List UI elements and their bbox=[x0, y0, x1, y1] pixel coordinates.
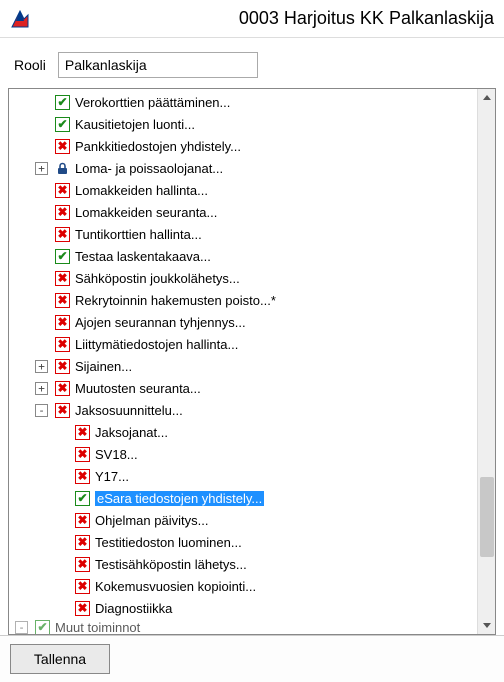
checkbox-denied-icon[interactable]: ✖ bbox=[75, 469, 90, 484]
tree-item-label[interactable]: Pankkitiedostojen yhdistely... bbox=[75, 139, 241, 154]
tree-item[interactable]: ✖ Diagnostiikka bbox=[9, 597, 477, 619]
checkbox-checked-icon[interactable]: ✔ bbox=[55, 95, 70, 110]
tree-item[interactable]: + ✖ Sijainen... bbox=[9, 355, 477, 377]
tree-item-label[interactable]: Sijainen... bbox=[75, 359, 132, 374]
tree-item[interactable]: + ✖ Muutosten seuranta... bbox=[9, 377, 477, 399]
tree-item[interactable]: ✖ Liittymätiedostojen hallinta... bbox=[9, 333, 477, 355]
role-input[interactable] bbox=[58, 52, 258, 78]
tree-item[interactable]: ✔ Verokorttien päättäminen... bbox=[9, 91, 477, 113]
tree-item[interactable]: -✔ Muut toiminnot bbox=[9, 619, 477, 634]
checkbox-denied-icon[interactable]: ✖ bbox=[55, 271, 70, 286]
tree-item-label[interactable]: Ohjelman päivitys... bbox=[95, 513, 208, 528]
tree-item[interactable]: ✖ SV18... bbox=[9, 443, 477, 465]
tree-item-label[interactable]: Testitiedoston luominen... bbox=[95, 535, 242, 550]
checkbox-denied-icon[interactable]: ✖ bbox=[55, 205, 70, 220]
tree-item[interactable]: ✖ Y17... bbox=[9, 465, 477, 487]
tree-item-label[interactable]: Testaa laskentakaava... bbox=[75, 249, 211, 264]
title-bar: 0003 Harjoitus KK Palkanlaskija bbox=[0, 0, 504, 38]
tree-item-label[interactable]: Muutosten seuranta... bbox=[75, 381, 201, 396]
collapse-icon[interactable]: - bbox=[35, 404, 48, 417]
tree-item-label[interactable]: Rekrytoinnin hakemusten poisto...* bbox=[75, 293, 276, 308]
tree-item[interactable]: ✖ Rekrytoinnin hakemusten poisto...* bbox=[9, 289, 477, 311]
checkbox-denied-icon[interactable]: ✖ bbox=[55, 337, 70, 352]
collapse-icon[interactable]: - bbox=[15, 621, 28, 634]
checkbox-denied-icon[interactable]: ✖ bbox=[75, 513, 90, 528]
checkbox-denied-icon[interactable]: ✖ bbox=[75, 535, 90, 550]
tree-item[interactable]: ✔ Kausitietojen luonti... bbox=[9, 113, 477, 135]
checkbox-denied-icon[interactable]: ✖ bbox=[75, 579, 90, 594]
checkbox-checked-icon[interactable]: ✔ bbox=[35, 620, 50, 635]
tree-item-label[interactable]: Jaksosuunnittelu... bbox=[75, 403, 183, 418]
tree-item-label[interactable]: Diagnostiikka bbox=[95, 601, 172, 616]
checkbox-denied-icon[interactable]: ✖ bbox=[75, 447, 90, 462]
role-row: Rooli bbox=[0, 38, 504, 88]
tree-item[interactable]: ✖ Kokemusvuosien kopiointi... bbox=[9, 575, 477, 597]
scroll-down-arrow[interactable] bbox=[478, 616, 496, 634]
tree-item-label[interactable]: SV18... bbox=[95, 447, 138, 462]
checkbox-denied-icon[interactable]: ✖ bbox=[75, 601, 90, 616]
vertical-scrollbar[interactable] bbox=[477, 89, 495, 634]
checkbox-denied-icon[interactable]: ✖ bbox=[55, 359, 70, 374]
expand-icon[interactable]: + bbox=[35, 360, 48, 373]
tree-item-label[interactable]: eSara tiedostojen yhdistely... bbox=[95, 491, 264, 506]
checkbox-denied-icon[interactable]: ✖ bbox=[55, 403, 70, 418]
scroll-track[interactable] bbox=[478, 107, 496, 616]
tree-item[interactable]: ✖ Lomakkeiden hallinta... bbox=[9, 179, 477, 201]
checkbox-denied-icon[interactable]: ✖ bbox=[55, 227, 70, 242]
tree-item-label[interactable]: Verokorttien päättäminen... bbox=[75, 95, 230, 110]
checkbox-checked-icon[interactable]: ✔ bbox=[55, 117, 70, 132]
tree-item-label[interactable]: Jaksojanat... bbox=[95, 425, 168, 440]
expand-icon[interactable]: + bbox=[35, 162, 48, 175]
checkbox-denied-icon[interactable]: ✖ bbox=[55, 293, 70, 308]
tree-item-label[interactable]: Lomakkeiden seuranta... bbox=[75, 205, 217, 220]
scroll-up-arrow[interactable] bbox=[478, 89, 496, 107]
tree-item-label[interactable]: Tuntikorttien hallinta... bbox=[75, 227, 202, 242]
checkbox-denied-icon[interactable]: ✖ bbox=[55, 183, 70, 198]
checkbox-denied-icon[interactable]: ✖ bbox=[55, 139, 70, 154]
tree-item-label[interactable]: Sähköpostin joukkolähetys... bbox=[75, 271, 240, 286]
tree-item[interactable]: ✖ Ohjelman päivitys... bbox=[9, 509, 477, 531]
tree-item[interactable]: ✖ Ajojen seurannan tyhjennys... bbox=[9, 311, 477, 333]
checkbox-checked-icon[interactable]: ✔ bbox=[75, 491, 90, 506]
expand-icon[interactable]: + bbox=[35, 382, 48, 395]
checkbox-denied-icon[interactable]: ✖ bbox=[75, 557, 90, 572]
tree-item[interactable]: + Loma- ja poissaolojanat... bbox=[9, 157, 477, 179]
footer: Tallenna bbox=[0, 635, 504, 682]
checkbox-denied-icon[interactable]: ✖ bbox=[75, 425, 90, 440]
tree-item[interactable]: ✔ eSara tiedostojen yhdistely... bbox=[9, 487, 477, 509]
tree-item-label[interactable]: Kokemusvuosien kopiointi... bbox=[95, 579, 256, 594]
tree-item-label[interactable]: Muut toiminnot bbox=[55, 620, 140, 635]
tree-item[interactable]: ✖ Sähköpostin joukkolähetys... bbox=[9, 267, 477, 289]
save-button[interactable]: Tallenna bbox=[10, 644, 110, 674]
window-title: 0003 Harjoitus KK Palkanlaskija bbox=[40, 8, 494, 29]
tree-viewport[interactable]: ✔ Verokorttien päättäminen... ✔ Kausitietoj… bbox=[9, 89, 477, 634]
tree-item-label[interactable]: Loma- ja poissaolojanat... bbox=[75, 161, 223, 176]
lock-icon bbox=[55, 161, 70, 176]
tree-item[interactable]: ✖ Lomakkeiden seuranta... bbox=[9, 201, 477, 223]
checkbox-denied-icon[interactable]: ✖ bbox=[55, 315, 70, 330]
checkbox-denied-icon[interactable]: ✖ bbox=[55, 381, 70, 396]
tree-item[interactable]: ✖ Jaksojanat... bbox=[9, 421, 477, 443]
tree-item-label[interactable]: Kausitietojen luonti... bbox=[75, 117, 195, 132]
tree-item-label[interactable]: Y17... bbox=[95, 469, 129, 484]
tree-item[interactable]: ✖ Testitiedoston luominen... bbox=[9, 531, 477, 553]
tree-item[interactable]: ✖ Testisähköpostin lähetys... bbox=[9, 553, 477, 575]
tree-item[interactable]: ✔ Testaa laskentakaava... bbox=[9, 245, 477, 267]
scroll-thumb[interactable] bbox=[480, 477, 494, 557]
tree-item[interactable]: ✖ Pankkitiedostojen yhdistely... bbox=[9, 135, 477, 157]
checkbox-checked-icon[interactable]: ✔ bbox=[55, 249, 70, 264]
tree-item-label[interactable]: Testisähköpostin lähetys... bbox=[95, 557, 247, 572]
tree-item[interactable]: ✖ Tuntikorttien hallinta... bbox=[9, 223, 477, 245]
permission-tree: ✔ Verokorttien päättäminen... ✔ Kausitietoj… bbox=[8, 88, 496, 635]
tree-item-label[interactable]: Liittymätiedostojen hallinta... bbox=[75, 337, 238, 352]
app-icon bbox=[10, 9, 30, 29]
role-label: Rooli bbox=[14, 57, 46, 73]
tree-item[interactable]: -✖ Jaksosuunnittelu... bbox=[9, 399, 477, 421]
tree-item-label[interactable]: Ajojen seurannan tyhjennys... bbox=[75, 315, 246, 330]
tree-item-label[interactable]: Lomakkeiden hallinta... bbox=[75, 183, 208, 198]
